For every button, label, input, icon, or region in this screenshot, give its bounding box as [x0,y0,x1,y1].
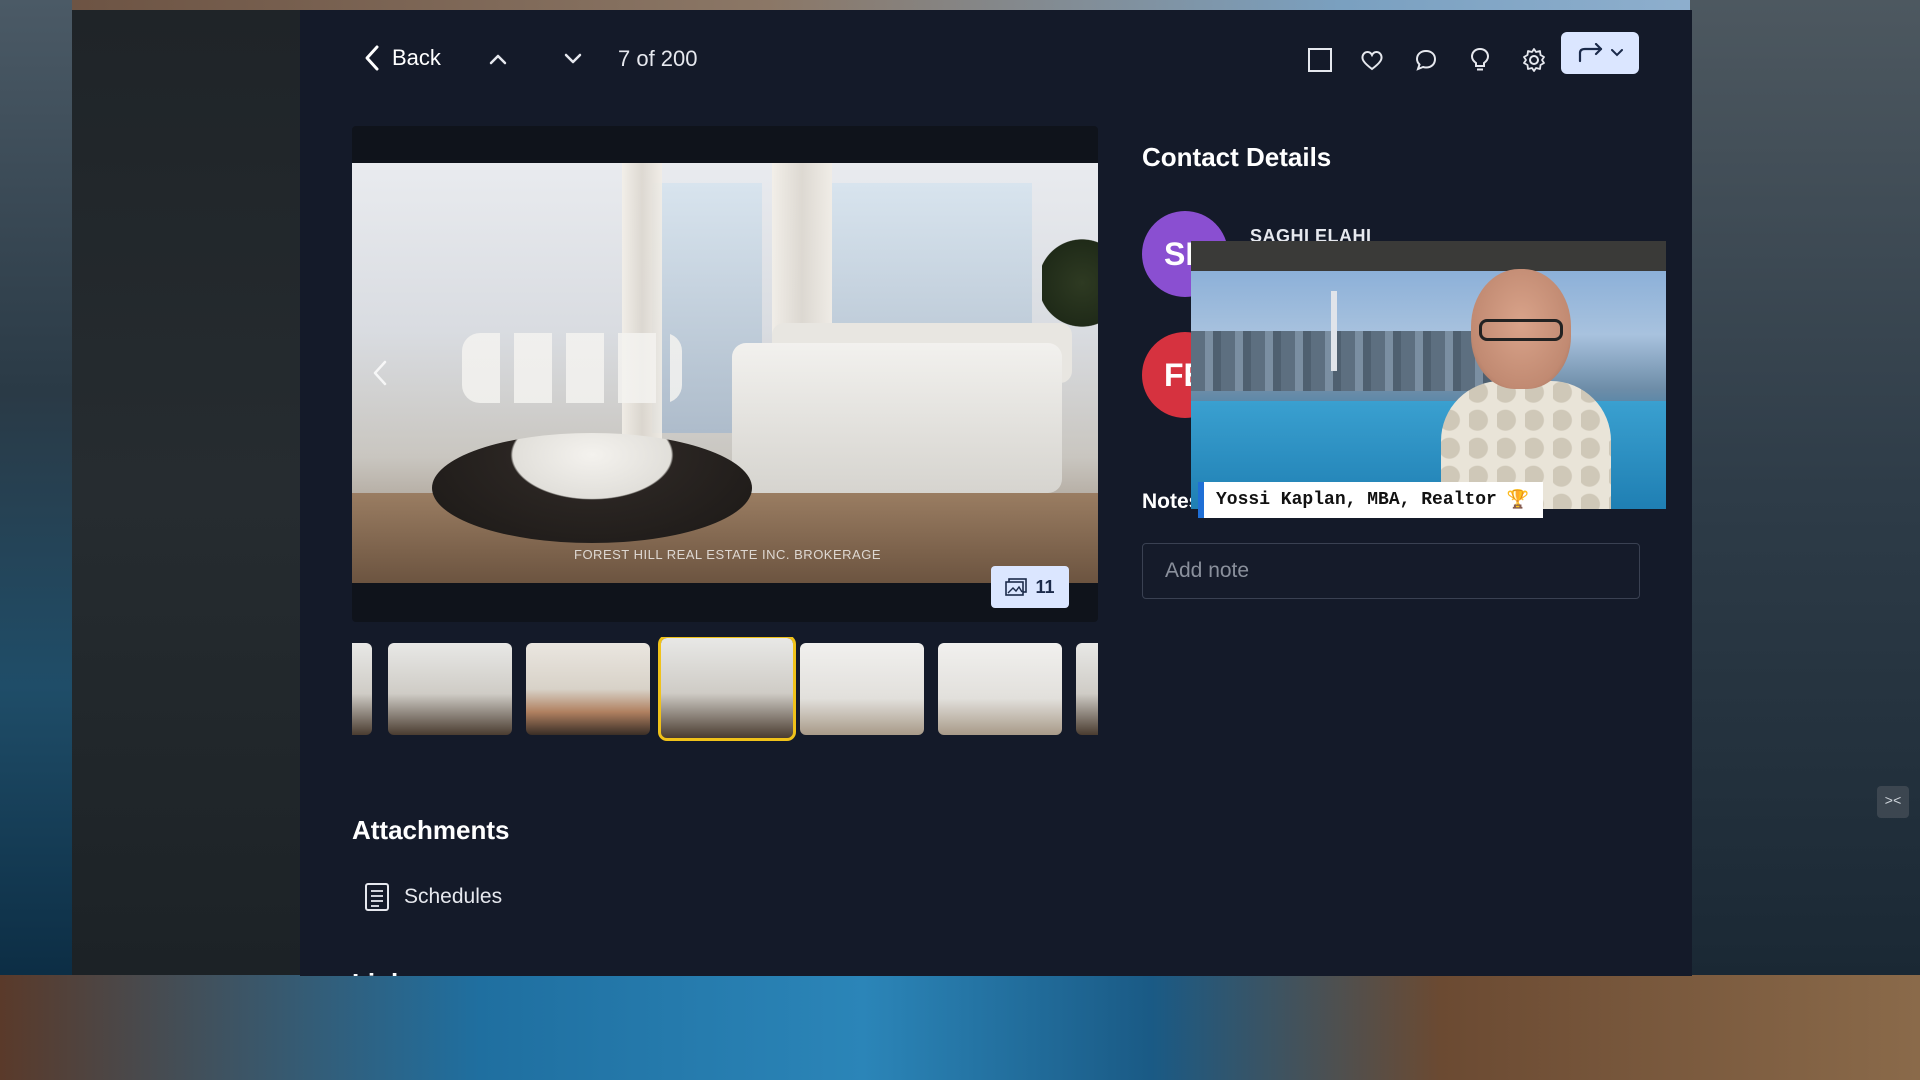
thumbnail-strip [352,637,1098,741]
photo-plant [1042,223,1098,343]
photo-sofa [732,343,1062,493]
presenter-caption: Yossi Kaplan, MBA, Realtor 🏆 [1198,482,1544,518]
chevron-down-icon [564,53,582,64]
video-cn-tower [1331,291,1337,371]
select-checkbox[interactable] [1306,46,1334,74]
thumbnail[interactable] [352,643,372,735]
background-left [0,0,72,980]
share-button[interactable] [1561,32,1639,74]
photo-coffee-table [432,433,752,543]
top-toolbar: Back 7 of 200 [300,10,1692,96]
attachment-label: Schedules [404,885,503,908]
back-button[interactable]: Back [362,40,441,76]
thumbnail-selected[interactable] [658,637,796,741]
trophy-icon: 🏆 [1506,491,1530,511]
previous-listing-button[interactable] [483,44,513,74]
next-listing-button[interactable] [558,44,588,74]
chevron-left-icon [365,45,379,71]
comment-button[interactable] [1412,46,1440,74]
image-icon [1005,578,1028,596]
thumbnail[interactable] [388,643,512,735]
comment-icon [1415,49,1437,71]
collapse-chip-button[interactable]: >< [1877,786,1909,818]
presenter-video-overlay [1191,241,1666,509]
gear-icon [1523,48,1545,72]
background-right [1690,0,1920,980]
add-note-input[interactable] [1142,543,1640,599]
previous-photo-icon[interactable] [370,358,390,388]
share-icon [1578,43,1603,63]
thumbnail[interactable] [938,643,1062,735]
collapse-chip-label: >< [1884,794,1902,810]
links-section-title: Links [352,968,420,976]
settings-button[interactable] [1520,46,1548,74]
contact-details-title: Contact Details [1142,142,1332,172]
main-listing-photo[interactable]: FOREST HILL REAL ESTATE INC. BROKERAGE [352,163,1098,583]
photo-count-button[interactable]: 11 [991,566,1069,608]
lightbulb-icon [1470,47,1490,71]
background-sidebar [72,10,300,976]
chevron-up-icon [489,54,507,65]
presenter-glasses [1479,319,1563,341]
thumbnail[interactable] [1076,643,1098,735]
chevron-down-icon [1611,49,1623,57]
thumbnail[interactable] [526,643,650,735]
heart-icon [1361,51,1383,71]
checkbox-icon [1308,48,1332,72]
thumbnail[interactable] [800,643,924,735]
photo-watermark: FOREST HILL REAL ESTATE INC. BROKERAGE [574,547,881,562]
background-top-strip [0,0,1920,10]
attachments-title: Attachments [352,815,510,845]
presenter-name: Yossi Kaplan, MBA, Realtor [1216,490,1497,510]
background-bottom-pool [0,975,1920,1080]
photo-viewer: FOREST HILL REAL ESTATE INC. BROKERAGE 1… [352,126,1098,622]
listing-counter: 7 of 200 [618,46,698,71]
photo-dining-chairs [462,333,682,403]
attachment-item[interactable]: Schedules [364,882,502,912]
photo-count: 11 [1035,576,1055,597]
favorite-button[interactable] [1358,46,1386,74]
insights-button[interactable] [1466,46,1494,74]
back-label: Back [392,45,441,70]
listing-detail-panel: Back 7 of 200 FOREST HILL REAL ESTATE IN… [300,10,1692,976]
document-icon [365,883,389,911]
video-presenter [1441,261,1611,509]
